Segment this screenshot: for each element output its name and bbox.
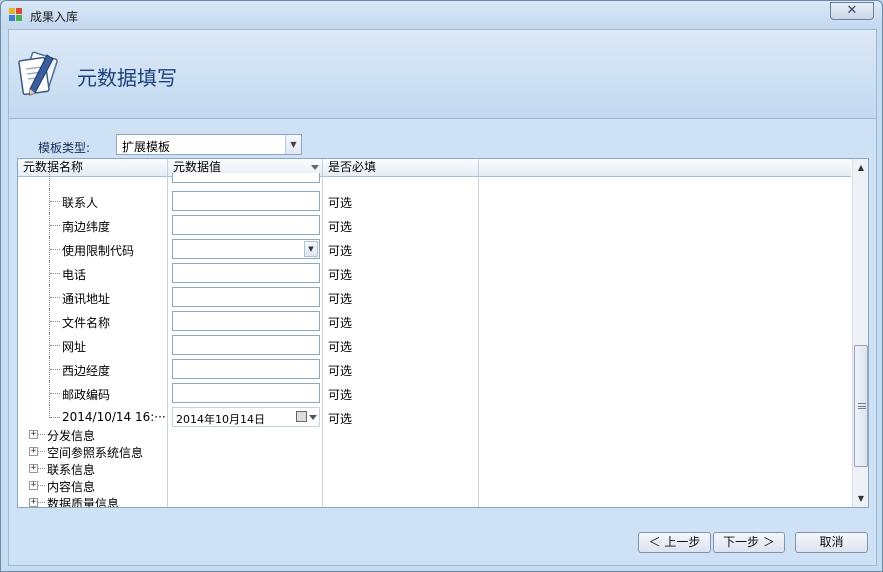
required-status: 可选 <box>328 364 353 378</box>
chevron-down-icon[interactable]: ▼ <box>285 135 301 154</box>
group-label: 分发信息 <box>47 429 96 443</box>
table-row[interactable]: 使用限制代码 ▼ 可选 <box>18 237 851 261</box>
page-title: 元数据填写 <box>77 66 177 90</box>
template-type-label: 模板类型: <box>38 141 91 155</box>
scrollbar-thumb[interactable] <box>854 345 868 467</box>
client-area: 元数据填写 模板类型: 扩展模板 ▼ 元数据名称 元数据值 是否必填 联系人 可选… <box>8 29 877 566</box>
table-row[interactable]: 邮政编码 可选 <box>18 381 851 405</box>
expand-icon[interactable]: + <box>29 430 38 439</box>
tree-group[interactable]: + 内容信息 <box>18 477 178 494</box>
required-status: 可选 <box>328 220 353 234</box>
value-input[interactable] <box>172 191 320 211</box>
metadata-grid: 元数据名称 元数据值 是否必填 联系人 可选 南边纬度 可选 使用限制代码 ▼ 可选 电话 可选… <box>17 158 869 508</box>
value-input[interactable] <box>172 359 320 379</box>
window: 成果入库 ✕ 元数据填写 模板类型: 扩展模板 ▼ 元数据名称 元数据值 是否必… <box>0 0 883 572</box>
tree-group[interactable]: + 分发信息 <box>18 426 178 443</box>
date-picker[interactable]: 2014年10月14日 <box>172 407 320 427</box>
required-status: 可选 <box>328 292 353 306</box>
header-panel: 元数据填写 <box>9 30 876 119</box>
expand-icon[interactable]: + <box>29 447 38 456</box>
expand-icon[interactable]: + <box>29 464 38 473</box>
tree-branch <box>50 345 60 346</box>
tree-branch <box>50 321 60 322</box>
metadata-name: 联系人 <box>62 196 99 210</box>
metadata-name: 文件名称 <box>62 316 111 330</box>
metadata-name: 电话 <box>62 268 87 282</box>
tree-branch <box>50 393 60 394</box>
tree-branch <box>50 249 60 250</box>
tree-branch <box>50 369 60 370</box>
tree-branch <box>50 225 60 226</box>
table-row[interactable]: 通讯地址 可选 <box>18 285 851 309</box>
chevron-down-icon[interactable]: ▼ <box>304 241 318 257</box>
metadata-name: 2014/10/14 16:··· <box>62 410 166 424</box>
tree-branch <box>50 417 60 418</box>
required-status: 可选 <box>328 340 353 354</box>
grip-icon <box>858 403 866 409</box>
required-status: 可选 <box>328 196 353 210</box>
chevron-down-icon[interactable] <box>309 415 317 420</box>
template-type-select[interactable]: 扩展模板 ▼ <box>116 134 302 155</box>
template-type-value: 扩展模板 <box>122 140 171 154</box>
expand-icon[interactable]: + <box>29 481 38 490</box>
required-status: 可选 <box>328 268 353 282</box>
tree-group[interactable]: + 空间参照系统信息 <box>18 443 178 460</box>
tree-branch <box>50 273 60 274</box>
required-status: 可选 <box>328 412 353 426</box>
value-input-partial[interactable] <box>172 173 320 183</box>
metadata-name: 通讯地址 <box>62 292 111 306</box>
value-input[interactable] <box>172 263 320 283</box>
required-status: 可选 <box>328 388 353 402</box>
date-value: 2014年10月14日 <box>176 413 265 426</box>
next-step-button[interactable]: 下一步 ＞ <box>713 532 785 553</box>
calendar-icon[interactable] <box>296 411 307 422</box>
tree-branch <box>50 201 60 202</box>
value-dropdown[interactable]: ▼ <box>172 239 320 259</box>
group-label: 内容信息 <box>47 480 96 494</box>
value-input[interactable] <box>172 383 320 403</box>
value-input[interactable] <box>172 335 320 355</box>
required-status: 可选 <box>328 244 353 258</box>
metadata-name: 南边纬度 <box>62 220 111 234</box>
table-row[interactable]: 电话 可选 <box>18 261 851 285</box>
tree-group[interactable]: + 数据质量信息 <box>18 494 178 508</box>
tree-branch <box>50 297 60 298</box>
app-icon <box>9 8 23 22</box>
table-row[interactable]: 南边纬度 可选 <box>18 213 851 237</box>
group-label: 空间参照系统信息 <box>47 446 144 460</box>
table-row[interactable]: 联系人 可选 <box>18 189 851 213</box>
metadata-name: 网址 <box>62 340 87 354</box>
expand-icon[interactable]: + <box>29 498 38 507</box>
metadata-name: 邮政编码 <box>62 388 111 402</box>
table-row[interactable]: 西边经度 可选 <box>18 357 851 381</box>
document-pen-icon <box>18 51 58 96</box>
close-icon: ✕ <box>846 3 858 18</box>
vertical-scrollbar[interactable]: ▲ ▼ <box>852 159 868 507</box>
value-input[interactable] <box>172 215 320 235</box>
metadata-name: 西边经度 <box>62 364 111 378</box>
required-status: 可选 <box>328 316 353 330</box>
scroll-down-icon[interactable]: ▼ <box>853 490 868 507</box>
close-button[interactable]: ✕ <box>830 2 874 20</box>
value-input[interactable] <box>172 287 320 307</box>
value-input[interactable] <box>172 311 320 331</box>
cancel-button[interactable]: 取消 <box>795 532 868 553</box>
group-label: 联系信息 <box>47 463 96 477</box>
group-label: 数据质量信息 <box>47 497 120 508</box>
prev-step-button[interactable]: ＜ 上一步 <box>638 532 711 553</box>
table-row[interactable]: 文件名称 可选 <box>18 309 851 333</box>
tree-group[interactable]: + 联系信息 <box>18 460 178 477</box>
table-row[interactable]: 网址 可选 <box>18 333 851 357</box>
metadata-name: 使用限制代码 <box>62 244 135 258</box>
table-row-partial <box>18 165 851 189</box>
window-title: 成果入库 <box>30 10 79 24</box>
title-bar[interactable]: 成果入库 ✕ <box>1 1 882 29</box>
scroll-up-icon[interactable]: ▲ <box>853 159 868 176</box>
